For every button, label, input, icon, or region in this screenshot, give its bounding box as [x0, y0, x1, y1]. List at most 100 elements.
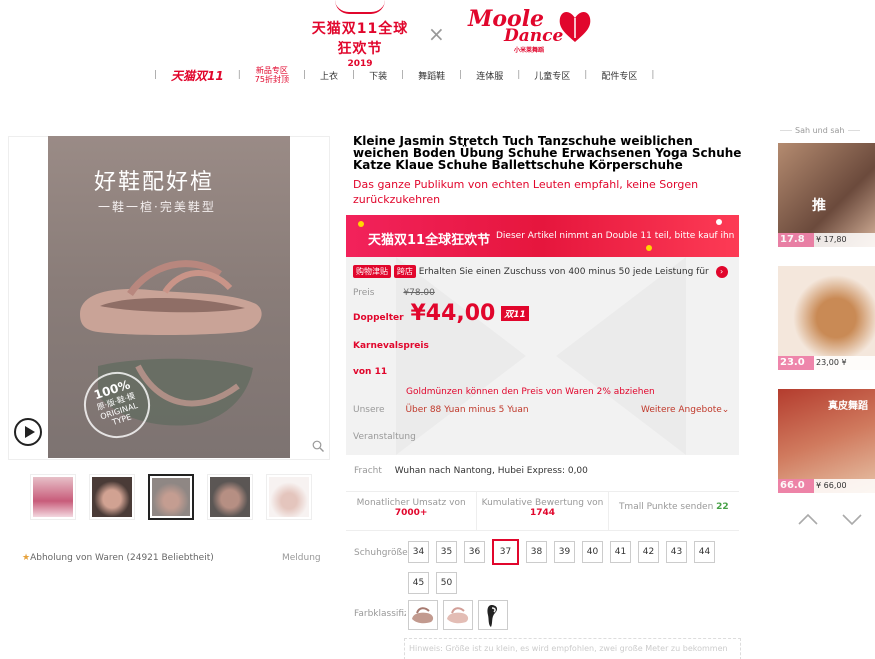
size-option[interactable]: 40: [582, 541, 603, 563]
subsidy-row[interactable]: 购物津贴 跨店 Erhalten Sie einen Zuschuss von …: [353, 265, 728, 278]
color-swatch[interactable]: [478, 600, 508, 630]
play-video-icon[interactable]: [14, 418, 42, 446]
size-option[interactable]: 36: [464, 541, 485, 563]
nav-sep: |: [401, 70, 405, 80]
stat-value: 1744: [529, 508, 556, 518]
star-icon: ★: [22, 553, 31, 563]
size-option[interactable]: 44: [694, 541, 715, 563]
rec-price-bar: 17.8 ¥ 17,80: [778, 233, 875, 247]
pickup-text: Abholung von Waren (24921 Beliebtheit): [30, 553, 214, 563]
thumbnail[interactable]: [148, 474, 194, 520]
rec-promo-glyph: 推: [812, 198, 826, 214]
rec-price: 23,00 ¥: [816, 358, 847, 367]
size-options: 34 35 36 37 38 39 40 41 42 43 44 45 50: [408, 539, 728, 594]
size-option[interactable]: 42: [638, 541, 659, 563]
chevron-up-icon[interactable]: [797, 512, 819, 526]
chevron-right-icon[interactable]: ›: [715, 266, 728, 278]
nav-item-bodysuits[interactable]: 连体服: [476, 69, 503, 82]
recommended-item[interactable]: 真皮舞蹈 66.0 ¥ 66,00: [778, 389, 875, 493]
double11-tag: 双11: [501, 306, 529, 321]
ballet-shoe-image: [80, 260, 262, 335]
brand-sub: 小米莱舞蹈: [514, 47, 545, 54]
cross-store-badge: 跨店: [393, 265, 416, 278]
tmall-points: Tmall Punkte senden 22: [607, 492, 739, 530]
chevron-down-icon[interactable]: [841, 512, 863, 526]
rec-image: [778, 266, 875, 370]
brand-name-2: Dance: [504, 26, 564, 46]
rec-price: ¥ 17,80: [816, 235, 847, 244]
collab-times: ×: [428, 22, 445, 46]
product-subtitle: Das ganze Publikum von echten Leuten emp…: [353, 178, 699, 206]
carnival-price-label: Karnevalspreis: [353, 341, 429, 351]
size-option[interactable]: 39: [554, 541, 575, 563]
from-11-label: von 11: [353, 367, 388, 377]
confetti-dot: [716, 219, 722, 225]
color-options: [408, 600, 508, 630]
size-option[interactable]: 45: [408, 572, 429, 594]
thumbnail[interactable]: [207, 474, 253, 520]
nav-item-accessories[interactable]: 配件专区: [601, 69, 637, 82]
zoom-icon[interactable]: [312, 440, 324, 452]
flower-icon: [559, 12, 591, 42]
more-offers-text: Weitere Angebote: [641, 405, 722, 415]
stat-label: Tmall Punkte senden: [618, 502, 714, 512]
logo-arc: [335, 0, 385, 14]
thumbnail[interactable]: [89, 474, 135, 520]
rec-big-price: 17.8: [778, 233, 814, 247]
stat-label: Monatlicher Umsatz von: [356, 498, 466, 508]
subsidy-text: Erhalten Sie einen Zuschuss von 400 minu…: [418, 267, 709, 277]
report-link[interactable]: Meldung: [282, 553, 321, 563]
confetti-dot: [646, 245, 652, 251]
sidebar-title: Sah und sah: [777, 126, 863, 135]
rec-promo-text: 真皮舞蹈: [828, 401, 868, 412]
shipping-text: Wuhan nach Nantong, Hubei Express: 0,00: [394, 466, 588, 476]
nav-item-kids[interactable]: 儿童专区: [534, 69, 570, 82]
category-nav: | 天猫双11 | 新品专区 75折封顶 | 上衣 | 下装 | 舞蹈鞋 | 连…: [140, 64, 668, 86]
size-option-selected[interactable]: 37: [492, 539, 519, 565]
nav-item-dance-shoes[interactable]: 舞蹈鞋: [418, 69, 445, 82]
rec-big-price: 66.0: [778, 479, 814, 493]
nav-sep: |: [651, 70, 655, 80]
size-option[interactable]: 43: [666, 541, 687, 563]
nav-item-tops[interactable]: 上衣: [320, 69, 338, 82]
size-option[interactable]: 41: [610, 541, 631, 563]
moole-dance-logo[interactable]: Moole Dance 小米莱舞蹈: [468, 6, 598, 54]
cumulative-reviews[interactable]: Kumulative Bewertung von 1744: [476, 492, 607, 530]
our-offer-row: Unsere Über 88 Yuan minus 5 Yuan: [353, 405, 529, 415]
thumbnail[interactable]: [266, 474, 312, 520]
color-swatch[interactable]: [443, 600, 473, 630]
thumbnail[interactable]: [30, 474, 76, 520]
nav-item-new[interactable]: 新品专区 75折封顶: [255, 66, 289, 84]
tmall-double11-logo[interactable]: 天猫双11全球狂欢节 2019: [305, 0, 415, 69]
thumbnail-strip: [30, 474, 312, 520]
chevron-down-icon: ⌄: [721, 405, 730, 415]
recommended-item[interactable]: 推 17.8 ¥ 17,80: [778, 143, 875, 247]
nav-sep: |: [459, 70, 463, 80]
subsidy-badge: 购物津贴: [353, 265, 391, 278]
size-option[interactable]: 50: [436, 572, 457, 594]
promo-text: Dieser Artikel nimmt an Double 11 teil, …: [496, 231, 735, 241]
nav-item-bottoms[interactable]: 下装: [369, 69, 387, 82]
rec-big-price: 23.0: [778, 356, 814, 370]
size-option[interactable]: 38: [526, 541, 547, 563]
stat-value: 22: [716, 502, 729, 512]
promo-panel: 天猫双11全球狂欢节 Dieser Artikel nimmt an Doubl…: [346, 215, 739, 455]
color-swatch[interactable]: [408, 600, 438, 630]
size-option[interactable]: 34: [408, 541, 429, 563]
stat-value: 7000+: [394, 508, 428, 518]
nav-item-double11[interactable]: 天猫双11: [171, 67, 224, 84]
gold-coin-text: Goldmünzen können den Preis von Waren 2%…: [406, 387, 655, 397]
double11-promo-header[interactable]: 天猫双11全球狂欢节 Dieser Artikel nimmt an Doubl…: [346, 215, 739, 257]
more-offers-link[interactable]: Weitere Angebote⌄: [641, 405, 729, 415]
size-option[interactable]: 35: [436, 541, 457, 563]
monthly-sales: Monatlicher Umsatz von 7000+: [346, 492, 476, 530]
nav-sep: |: [237, 70, 241, 80]
tmall-title: 天猫双11全球狂欢节: [311, 21, 409, 57]
double-price-label: Doppelter: [353, 313, 404, 323]
recommended-item[interactable]: 23.0 23,00 ¥: [778, 266, 875, 370]
our-label: Unsere: [353, 405, 385, 415]
sidebar-pager: [797, 512, 863, 526]
main-product-image[interactable]: 好鞋配好楦 一鞋一楦·完美鞋型 100% 原·版·鞋·模 ORIGINAL TY…: [48, 136, 290, 458]
pickup-info[interactable]: ★Abholung von Waren (24921 Beliebtheit): [22, 553, 214, 563]
our-offer-text: Über 88 Yuan minus 5 Yuan: [405, 405, 529, 415]
